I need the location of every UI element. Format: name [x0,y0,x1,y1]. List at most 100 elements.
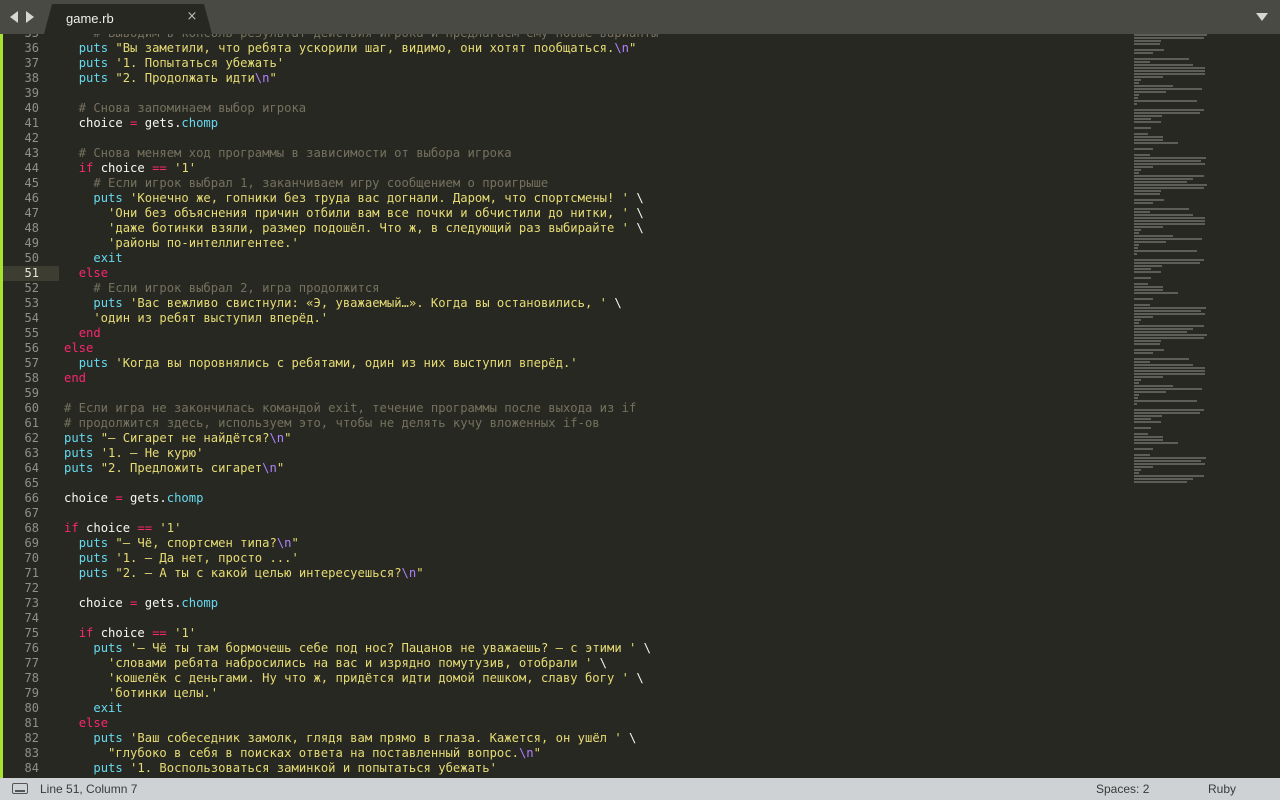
tab-label: game.rb [66,11,114,26]
minimap-line [1134,184,1207,186]
code-line[interactable]: 48 'даже ботинки взяли, размер подошёл. … [0,221,1130,236]
minimap-line [1134,37,1205,39]
code-line[interactable]: 39 [0,86,1130,101]
line-code: if choice == '1' [64,521,181,536]
code-line[interactable]: 80 exit [0,701,1130,716]
code-line[interactable]: 36 puts "Вы заметили, что ребята ускорил… [0,41,1130,56]
line-number: 69 [24,536,39,550]
close-icon[interactable]: × [184,9,200,25]
minimap-line [1134,322,1140,324]
minimap-line [1134,229,1142,231]
code-line[interactable]: 79 'ботинки целы.' [0,686,1130,701]
cursor-position[interactable]: Line 51, Column 7 [40,782,137,796]
code-line[interactable]: 45 # Если игрок выбрал 1, заканчиваем иг… [0,176,1130,191]
code-line[interactable]: 69 puts "— Чё, спортсмен типа?\n" [0,536,1130,551]
minimap-line [1134,328,1193,330]
code-lines[interactable]: 35 # Выводим в консоль результат действи… [0,34,1130,776]
minimap-line [1134,109,1205,111]
line-number: 54 [24,311,39,325]
code-line[interactable]: 55 end [0,326,1130,341]
minimap-line [1134,85,1173,87]
code-token: if [78,626,94,640]
code-token: \ [621,731,637,745]
code-line[interactable]: 71 puts "2. — А ты с какой целью интерес… [0,566,1130,581]
tab-game-rb[interactable]: game.rb × [44,4,212,34]
code-line[interactable]: 41 choice = gets.chomp [0,116,1130,131]
code-line[interactable]: 50 exit [0,251,1130,266]
code-line[interactable]: 64 puts "2. Предложить сигарет\n" [0,461,1130,476]
code-token: \n [401,566,417,580]
code-line[interactable]: 65 [0,476,1130,491]
line-number: 81 [24,716,39,730]
code-line[interactable]: 56 else [0,341,1130,356]
tab-list-dropdown-icon[interactable] [1256,13,1268,21]
code-line[interactable]: 53 puts 'Вас вежливо свистнули: «Э, уваж… [0,296,1130,311]
code-line[interactable]: 58 end [0,371,1130,386]
code-line[interactable]: 66 choice = gets.chomp [0,491,1130,506]
code-line[interactable]: 72 [0,581,1130,596]
line-code: puts "2. Предложить сигарет\n" [64,461,284,476]
line-code: 'ботинки целы.' [64,686,218,701]
code-line[interactable]: 61 # продолжится здесь, используем это, ч… [0,416,1130,431]
code-line[interactable]: 62 puts "— Сигарет не найдётся?\n" [0,431,1130,446]
code-line[interactable]: 73 choice = gets.chomp [0,596,1130,611]
line-number: 59 [24,386,39,400]
code-line[interactable]: 67 [0,506,1130,521]
minimap-line [1134,319,1142,321]
line-code: choice = gets.chomp [64,491,203,506]
code-line[interactable]: 68 if choice == '1' [0,521,1130,536]
code-line[interactable]: 42 [0,131,1130,146]
code-line[interactable]: 49 'районы по-интеллигентее.' [0,236,1130,251]
code-line[interactable]: 44 if choice == '1' [0,161,1130,176]
code-token: # Если игра не закончилась командой exit… [64,401,637,415]
code-line[interactable]: 37 puts '1. Попытаться убежать' [0,56,1130,71]
code-line[interactable]: 82 puts 'Ваш собеседник замолк, глядя ва… [0,731,1130,746]
code-line[interactable]: 83 "глубоко в себя в поисках ответа на п… [0,746,1130,761]
code-line[interactable]: 70 puts '1. — Да нет, просто ...' [0,551,1130,566]
code-line[interactable]: 40 # Снова запоминаем выбор игрока [0,101,1130,116]
panel-toggle-icon[interactable] [12,783,28,794]
minimap-line [1134,343,1161,345]
next-tab-icon[interactable] [26,11,34,23]
code-editor[interactable]: 35 # Выводим в консоль результат действи… [0,34,1280,778]
line-number: 77 [24,656,39,670]
previous-tab-icon[interactable] [10,11,18,23]
code-line[interactable]: 35 # Выводим в консоль результат действи… [0,34,1130,41]
code-token: \ [629,221,644,235]
line-number: 76 [24,641,39,655]
minimap-line [1134,79,1142,81]
code-token: exit [93,251,123,265]
code-line[interactable]: 43 # Снова меняем ход программы в зависи… [0,146,1130,161]
code-line[interactable]: 46 puts 'Конечно же, гопники без труда в… [0,191,1130,206]
code-line[interactable]: 60 # Если игра не закончилась командой ex… [0,401,1130,416]
line-number: 44 [24,161,39,175]
code-line[interactable]: 75 if choice == '1' [0,626,1130,641]
code-line[interactable]: 47 'Они без объяснения причин отбили вам… [0,206,1130,221]
code-line[interactable]: 52 # Если игрок выбрал 2, игра продолжит… [0,281,1130,296]
code-line[interactable]: 59 [0,386,1130,401]
line-number: 43 [24,146,39,160]
minimap-line [1134,364,1194,366]
code-line[interactable]: 63 puts '1. — Не курю' [0,446,1130,461]
indentation-setting[interactable]: Spaces: 2 [1096,782,1149,796]
minimap-line [1134,73,1206,75]
code-line[interactable]: 78 'кошелёк с деньгами. Ну что ж, придёт… [0,671,1130,686]
code-line[interactable]: 81 else [0,716,1130,731]
code-line[interactable]: 38 puts "2. Продолжать идти\n" [0,71,1130,86]
code-line[interactable]: 54 'один из ребят выступил вперёд.' [0,311,1130,326]
code-line[interactable]: 76 puts '— Чё ты там бормочешь себе под … [0,641,1130,656]
code-line[interactable]: 77 'словами ребята набросились на вас и … [0,656,1130,671]
code-token: . [159,491,167,505]
code-line[interactable]: 51 else [0,266,1130,281]
minimap[interactable] [1134,34,1218,483]
status-bar: Line 51, Column 7 Spaces: 2 Ruby [0,778,1280,800]
minimap-line [1134,181,1188,183]
code-line[interactable]: 84 puts '1. Воспользоваться заминкой и п… [0,761,1130,776]
minimap-line [1134,220,1206,222]
syntax-selector[interactable]: Ruby [1208,782,1236,796]
code-line[interactable]: 74 [0,611,1130,626]
code-line[interactable]: 57 puts 'Когда вы поровнялись с ребятами… [0,356,1130,371]
